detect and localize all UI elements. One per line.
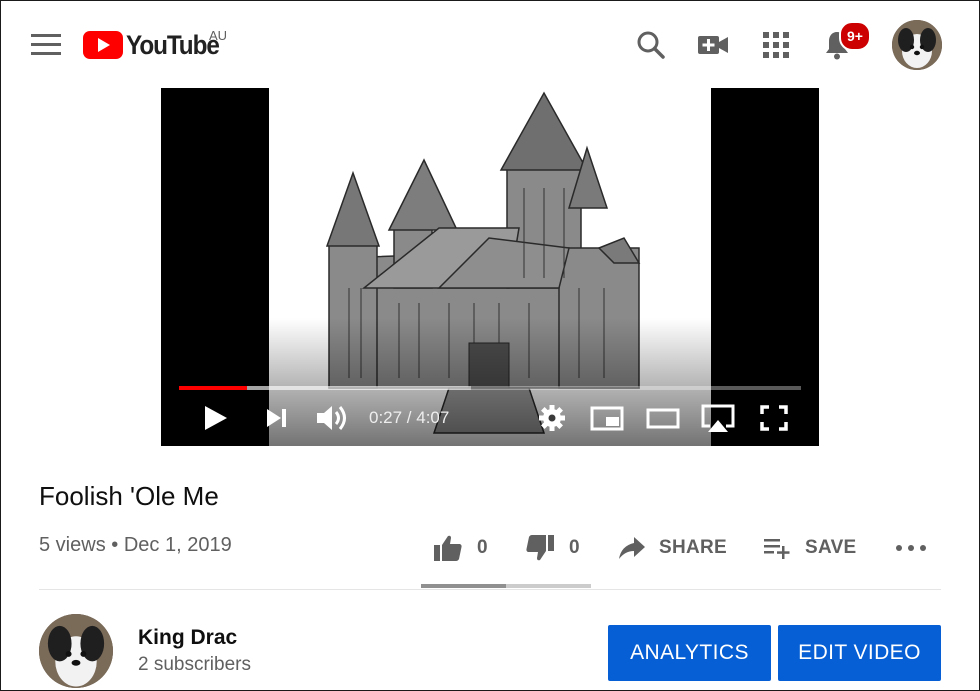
dislike-button[interactable]: 0 xyxy=(525,533,580,563)
thumbs-down-icon xyxy=(526,535,554,561)
volume-icon[interactable] xyxy=(313,400,353,436)
edit-video-button[interactable]: EDIT VIDEO xyxy=(778,625,941,681)
view-count: 5 views xyxy=(39,534,106,556)
like-button[interactable]: 0 xyxy=(433,533,488,563)
save-label: SAVE xyxy=(805,537,857,558)
logo-text: YouTube xyxy=(126,29,220,60)
save-playlist-icon xyxy=(764,539,790,559)
analytics-button[interactable]: ANALYTICS xyxy=(608,625,771,681)
dislike-count: 0 xyxy=(569,537,580,558)
channel-name[interactable]: King Drac xyxy=(138,626,237,650)
progress-played xyxy=(179,386,248,390)
separator: • xyxy=(111,534,119,556)
search-icon[interactable] xyxy=(633,27,669,63)
airplay-icon[interactable] xyxy=(699,400,737,436)
browser-frame: YouTube AU 9+ 0:27 / 4:07 Foolish 'Ole M… xyxy=(0,0,980,691)
apps-icon[interactable] xyxy=(758,27,794,63)
miniplayer-icon[interactable] xyxy=(589,400,625,436)
create-video-icon[interactable] xyxy=(695,27,731,63)
progress-bar[interactable] xyxy=(179,386,801,390)
settings-icon[interactable] xyxy=(535,400,569,436)
publish-date: Dec 1, 2019 xyxy=(123,534,232,556)
time-display: 0:27 / 4:07 xyxy=(369,408,450,427)
notification-badge: 9+ xyxy=(839,21,871,51)
video-title: Foolish 'Ole Me xyxy=(39,481,219,511)
account-avatar[interactable] xyxy=(892,20,942,70)
menu-icon[interactable] xyxy=(31,34,61,56)
video-player[interactable]: 0:27 / 4:07 xyxy=(161,88,819,446)
more-actions-button[interactable] xyxy=(895,533,927,563)
more-icon xyxy=(896,545,926,551)
channel-avatar[interactable] xyxy=(39,614,113,688)
next-icon[interactable] xyxy=(261,400,291,436)
youtube-logo[interactable]: YouTube AU xyxy=(83,28,229,61)
share-icon xyxy=(619,537,645,559)
like-count: 0 xyxy=(477,537,488,558)
play-icon[interactable] xyxy=(201,400,231,436)
country-code: AU xyxy=(209,28,228,43)
save-button[interactable]: SAVE xyxy=(763,533,857,563)
subscriber-count: 2 subscribers xyxy=(138,654,251,675)
share-label: SHARE xyxy=(659,537,728,558)
youtube-logo-icon xyxy=(83,31,123,59)
divider xyxy=(39,589,941,590)
theater-mode-icon[interactable] xyxy=(645,400,681,436)
view-count-date: 5 views • Dec 1, 2019 xyxy=(39,534,232,557)
fullscreen-icon[interactable] xyxy=(757,400,791,436)
masthead: YouTube AU 9+ xyxy=(1,1,979,89)
thumbs-up-icon xyxy=(434,535,462,561)
share-button[interactable]: SHARE xyxy=(617,533,727,563)
sentiment-likes xyxy=(421,584,506,588)
sentiment-bar xyxy=(421,584,591,588)
